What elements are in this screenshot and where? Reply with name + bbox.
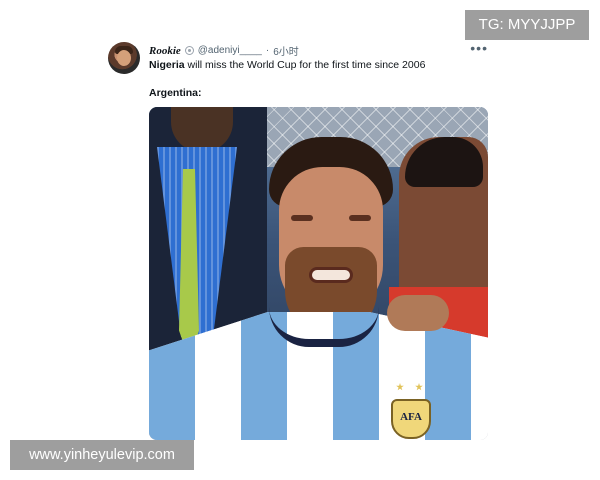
watermark-top: TG: MYYJJPP xyxy=(465,10,589,40)
player-eye-left xyxy=(291,215,313,221)
tweet-photo[interactable]: AFA xyxy=(149,107,488,440)
player-eye-right xyxy=(349,215,371,221)
tweet-text-line-1: Nigeria will miss the World Cup for the … xyxy=(149,59,425,72)
person-right-hair xyxy=(405,137,483,187)
verified-icon xyxy=(184,46,194,55)
tweet-text-line-2: Argentina: xyxy=(149,87,202,99)
timestamp[interactable]: 6小时 xyxy=(273,43,299,58)
watermark-bottom: www.yinheyulevip.com xyxy=(10,440,194,470)
tweet-header: Rookie @adeniyi____ · 6小时 xyxy=(149,43,299,59)
afa-crest-text: AFA xyxy=(400,411,422,423)
afa-crest: AFA xyxy=(391,399,431,439)
photo-hand xyxy=(387,295,449,331)
player-mouth xyxy=(309,267,353,283)
avatar[interactable] xyxy=(108,42,140,74)
separator-dot: · xyxy=(265,45,270,56)
tweet-text-rest: will miss the World Cup for the first ti… xyxy=(184,59,426,71)
tweet-text-bold: Nigeria xyxy=(149,59,185,71)
more-horizontal-icon[interactable]: ••• xyxy=(470,40,488,56)
user-handle[interactable]: @adeniyi____ xyxy=(198,45,262,56)
person-left-face xyxy=(171,107,233,152)
display-name[interactable]: Rookie xyxy=(149,45,181,57)
tweet-card[interactable]: Rookie @adeniyi____ · 6小时 ••• Nigeria wi… xyxy=(108,40,498,445)
avatar-face xyxy=(117,50,131,66)
